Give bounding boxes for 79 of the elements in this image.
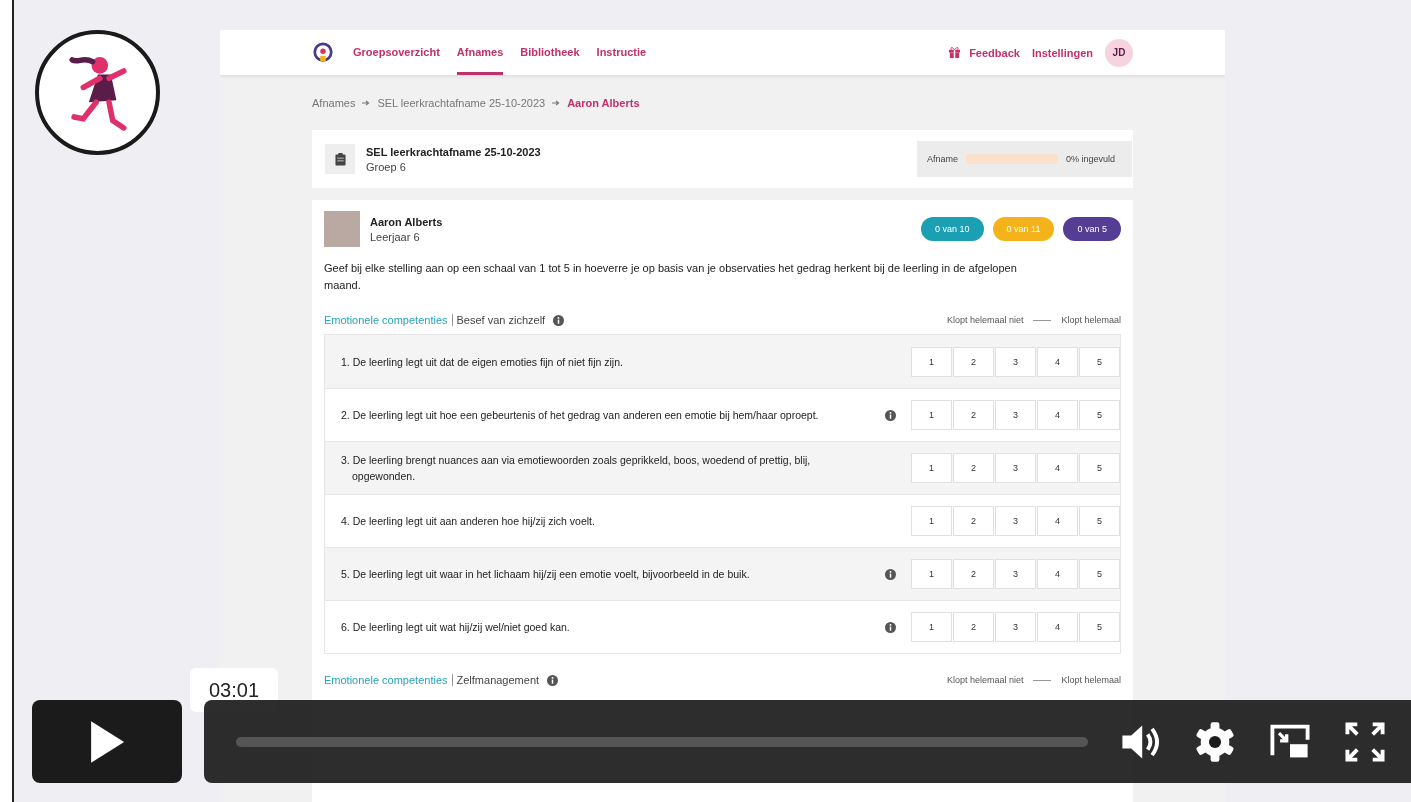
nav-link[interactable]: Feedback	[969, 46, 1020, 59]
rating-option[interactable]: 1	[911, 453, 952, 483]
breadcrumb-link[interactable]: SEL leerkrachtafname 25-10-2023	[377, 96, 546, 109]
rating-option[interactable]: 5	[1079, 453, 1120, 483]
rating-option[interactable]: 4	[1037, 453, 1078, 483]
statement-text: 5. De leerling legt uit waar in het lichaam hij/zij een emotie voelt, bijvoorbeeld in de buik.	[341, 567, 751, 582]
info-icon[interactable]	[553, 314, 565, 326]
nav-tab[interactable]: Groepsoverzicht	[353, 30, 440, 75]
arrow-icon	[552, 98, 561, 107]
scale-label: Klopt helemaal niet	[946, 315, 1024, 325]
assessment-title: SEL leerkrachtafname 25-10-2023	[366, 145, 541, 158]
app-logo-icon[interactable]	[312, 41, 334, 64]
section-topic: Zelfmanagement	[456, 674, 540, 686]
user-avatar[interactable]: JD	[1105, 38, 1133, 67]
progress-label: Afname	[927, 154, 959, 164]
nav-tab[interactable]: Bibliotheek	[520, 30, 580, 75]
student-year: Leerjaar 6	[370, 230, 421, 243]
progress-reading: 0% ingevuld	[1066, 154, 1116, 164]
rating-option[interactable]: 4	[1037, 506, 1078, 536]
rating-option[interactable]: 3	[995, 400, 1036, 430]
play-button[interactable]	[32, 700, 182, 783]
count-badge: 0 van 10	[921, 217, 984, 241]
count-badge: 0 van 5	[1063, 217, 1121, 241]
scale-label: Klopt helemaal niet	[946, 675, 1024, 685]
scale-label: Klopt helemaal	[1061, 315, 1121, 325]
rating-option[interactable]: 1	[911, 559, 952, 589]
fullscreen-icon[interactable]	[1343, 719, 1387, 764]
statement-text: 3. De leerling brengt nuances aan via emotiewoorden zoals geprikkeld, boos, woedend of prettig, blij, opgewonden.	[341, 453, 812, 484]
rating-option[interactable]: 2	[953, 506, 994, 536]
statement-text: 4. De leerling legt uit aan anderen hoe hij/zij zich voelt.	[341, 514, 596, 529]
statement-text: 1. De leerling legt uit dat de eigen emoties fijn of niet fijn zijn.	[341, 354, 624, 370]
rating-option[interactable]: 3	[995, 346, 1036, 377]
play-icon	[88, 719, 126, 764]
instruction-text: Geef bij elke stelling aan op een schaal van 1 tot 5 in hoeverre je op basis van je observaties het gedrag herkent bij de leerling in de afgelopen maand.	[324, 261, 1018, 293]
scale-label: Klopt helemaal	[1061, 675, 1121, 685]
clipboard-icon	[325, 144, 355, 174]
statement-text: 6. De leerling legt uit wat hij/zij wel/niet goed kan.	[341, 620, 571, 635]
rating-option[interactable]: 2	[953, 453, 994, 483]
rating-option[interactable]: 1	[911, 346, 952, 377]
rating-option[interactable]: 4	[1037, 559, 1078, 589]
rating-option[interactable]: 3	[995, 453, 1036, 483]
rating-option[interactable]: 2	[953, 559, 994, 589]
rating-option[interactable]: 4	[1037, 612, 1078, 642]
nav-tab[interactable]: Afnames	[456, 30, 504, 75]
photo-placeholder	[324, 211, 360, 247]
rating-option[interactable]: 1	[911, 506, 952, 536]
arrow-icon	[362, 98, 371, 107]
info-icon[interactable]	[884, 409, 896, 421]
rating-option[interactable]: 5	[1079, 400, 1120, 430]
info-icon[interactable]	[547, 674, 559, 686]
rating-option[interactable]: 2	[953, 400, 994, 430]
rating-option[interactable]: 5	[1079, 346, 1120, 377]
section-category: Emotionele competenties	[324, 674, 453, 686]
gift-icon[interactable]	[948, 46, 962, 59]
info-icon[interactable]	[884, 621, 896, 633]
breadcrumb-link[interactable]: Aaron Alberts	[567, 96, 640, 109]
section-topic: Besef van zichzelf	[456, 314, 546, 326]
nav-link[interactable]: Instellingen	[1031, 46, 1093, 59]
rating-option[interactable]: 1	[911, 400, 952, 430]
section-category: Emotionele competenties	[324, 314, 453, 326]
breadcrumb-link[interactable]: Afnames	[312, 96, 356, 109]
count-badge: 0 van 11	[992, 217, 1055, 241]
rating-option[interactable]: 1	[911, 612, 952, 642]
rating-option[interactable]: 2	[953, 346, 994, 377]
rating-option[interactable]: 4	[1037, 346, 1078, 377]
rating-option[interactable]: 4	[1037, 400, 1078, 430]
statement-text: 2. De leerling legt uit hoe een gebeurtenis of het gedrag van anderen een emotie bij hem/haar oproept.	[341, 408, 820, 423]
rating-option[interactable]: 3	[995, 612, 1036, 642]
nav-tab[interactable]: Instructie	[596, 30, 647, 75]
info-icon[interactable]	[884, 568, 896, 580]
rating-option[interactable]: 2	[953, 612, 994, 642]
student-name: Aaron Alberts	[370, 215, 443, 228]
rating-option[interactable]: 5	[1079, 506, 1120, 536]
settings-icon[interactable]	[1193, 719, 1237, 764]
rating-option[interactable]: 3	[995, 506, 1036, 536]
rating-option[interactable]: 3	[995, 559, 1036, 589]
rating-option[interactable]: 5	[1079, 559, 1120, 589]
group-label: Groep 6	[366, 160, 407, 173]
rating-option[interactable]: 5	[1079, 612, 1120, 642]
